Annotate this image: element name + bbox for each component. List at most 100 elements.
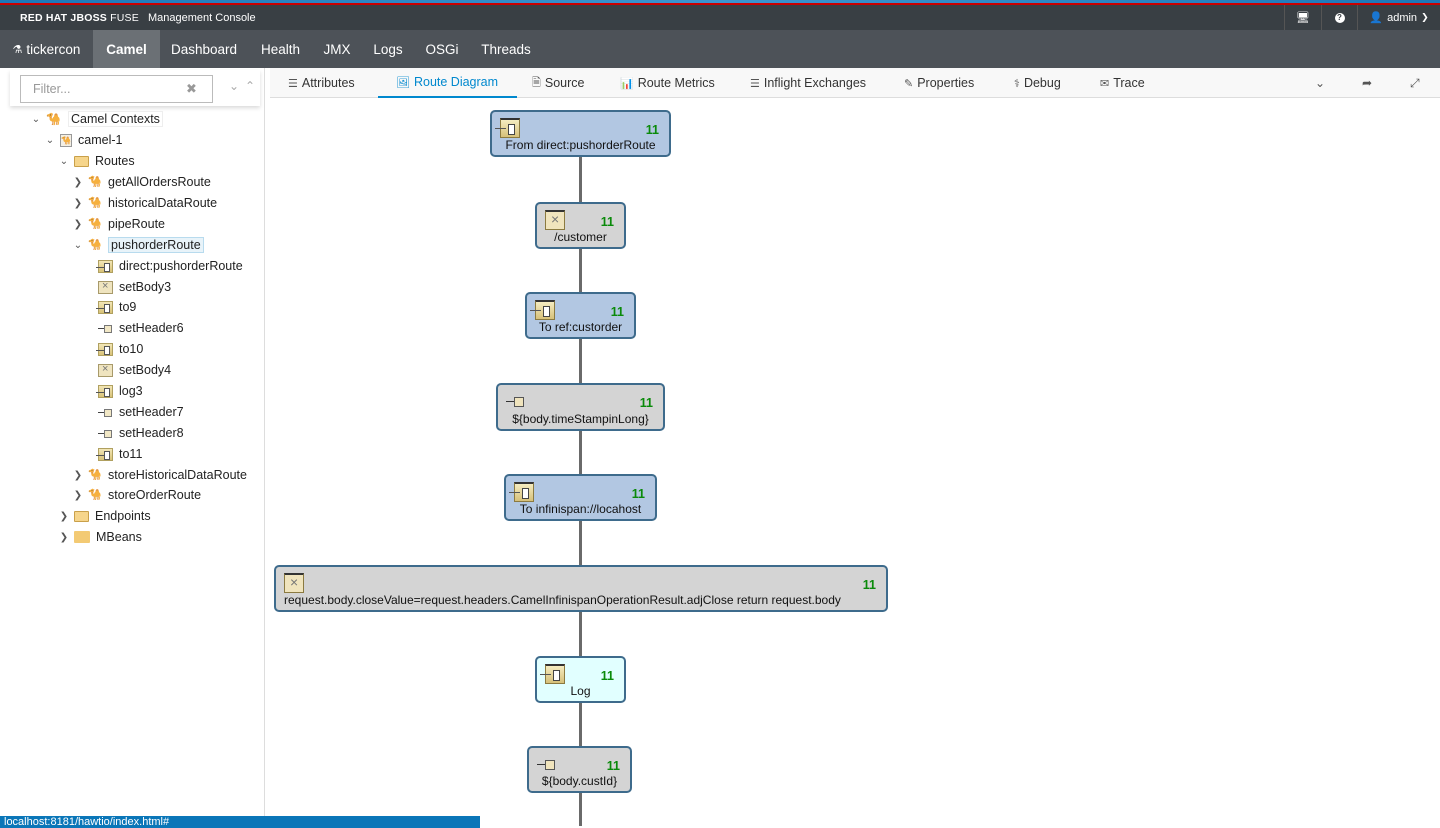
tree-item-setheader6[interactable]: setHeader6 — [94, 318, 184, 338]
filter-input[interactable] — [20, 75, 213, 103]
nav-item-jmx[interactable]: JMX — [313, 30, 361, 68]
node-count: 11 — [610, 305, 624, 319]
brand-logo: RED HAT JBOSS FUSE — [20, 12, 139, 24]
nav-item-osgi[interactable]: OSGi — [415, 30, 469, 68]
route-icon: 🐪 — [88, 175, 102, 188]
list-icon: ☰ — [750, 77, 760, 90]
route-node-from[interactable]: 11 From direct:pushorderRoute — [490, 110, 671, 157]
tree-item-label: to11 — [119, 447, 143, 461]
nav-item-health[interactable]: Health — [248, 30, 313, 68]
tree-item-mbeans[interactable]: ❯ MBeans — [58, 527, 142, 547]
chevron-down-icon[interactable]: ⌄ — [44, 135, 56, 146]
nav-item-dashboard[interactable]: Dashboard — [160, 30, 248, 68]
connector — [579, 338, 582, 384]
set-body-icon — [284, 573, 304, 593]
nav-container[interactable]: ⚗ tickercon — [0, 30, 93, 68]
tab-label: Attributes — [301, 76, 355, 90]
preferences-button[interactable]: 🖥 — [1284, 5, 1321, 30]
tree-item-label: Camel Contexts — [68, 111, 163, 127]
tree-item-log3[interactable]: log3 — [94, 381, 143, 401]
file-icon: 🗎 — [532, 76, 541, 89]
tree-item-camel-1[interactable]: ⌄ 🐪 camel-1 — [44, 130, 123, 150]
tree-item-to9[interactable]: to9 — [94, 297, 136, 317]
tree-item-label: storeHistoricalDataRoute — [108, 468, 247, 482]
endpoint-icon — [96, 259, 113, 273]
tree-item-routes[interactable]: ⌄ Routes — [58, 151, 135, 171]
tab-inflight-exchanges[interactable]: ☰ Inflight Exchanges — [750, 68, 866, 98]
tree-item-setbody4[interactable]: setBody4 — [94, 360, 171, 380]
tab-route-metrics[interactable]: 📊 Route Metrics — [620, 68, 715, 98]
chevron-right-icon[interactable]: ❯ — [58, 511, 70, 522]
tree-item-setheader8[interactable]: setHeader8 — [94, 423, 184, 443]
route-node-setheader[interactable]: 11 ${body.custId} — [527, 746, 632, 793]
tree-item-label: setHeader6 — [119, 321, 184, 335]
fullscreen-button[interactable]: ⤢ — [1410, 68, 1420, 98]
endpoint-icon — [96, 342, 113, 356]
chevron-down-icon[interactable]: ⌄ — [72, 240, 84, 251]
tree-item-direct-pushorderroute[interactable]: direct:pushorderRoute — [94, 256, 243, 276]
tree-item-label: Endpoints — [95, 509, 151, 523]
endpoint-icon — [96, 300, 113, 314]
route-node-setheader[interactable]: 11 ${body.timeStampinLong} — [496, 383, 665, 431]
expand-all-icon[interactable]: ⌄ — [229, 79, 239, 93]
main-nav: ⚗ tickercon Camel Dashboard Health JMX L… — [0, 30, 1440, 68]
node-label: request.body.closeValue=request.headers.… — [284, 593, 841, 607]
route-node-setbody[interactable]: 11 /customer — [535, 202, 626, 249]
tree-item-camel-contexts[interactable]: ⌄ 🐪 Camel Contexts — [30, 109, 163, 129]
tree-item-pushorderroute[interactable]: ⌄ 🐪 pushorderRoute — [72, 235, 204, 255]
chevron-right-icon[interactable]: ❯ — [58, 532, 70, 543]
tree-item-endpoints[interactable]: ❯ Endpoints — [58, 506, 151, 526]
tab-attributes[interactable]: ☰ Attributes — [288, 68, 355, 98]
chevron-right-icon[interactable]: ❯ — [72, 219, 84, 230]
set-header-icon — [98, 427, 113, 440]
folder-icon — [74, 531, 90, 543]
node-count: 11 — [631, 487, 645, 501]
tree-item-historicaldataroute[interactable]: ❯ 🐪 historicalDataRoute — [72, 193, 217, 213]
tree-item-setbody3[interactable]: setBody3 — [94, 277, 171, 297]
nav-item-logs[interactable]: Logs — [361, 30, 415, 68]
more-tabs-button[interactable]: ⌄ — [1315, 68, 1325, 98]
tab-trace[interactable]: ✉ Trace — [1100, 68, 1145, 98]
node-label: To ref:custorder — [538, 320, 623, 334]
nav-item-camel[interactable]: Camel — [93, 30, 160, 68]
route-icon: 🐪 — [88, 488, 102, 501]
chevron-down-icon[interactable]: ⌄ — [58, 156, 70, 167]
help-button[interactable]: ? — [1321, 5, 1357, 30]
nav-item-threads[interactable]: Threads — [469, 30, 543, 68]
tree-item-getallordersroute[interactable]: ❯ 🐪 getAllOrdersRoute — [72, 172, 211, 192]
user-menu[interactable]: 👤 admin ❯ — [1357, 5, 1440, 30]
route-node-to[interactable]: 11 To ref:custorder — [525, 292, 636, 339]
tree-item-storeorderroute[interactable]: ❯ 🐪 storeOrderRoute — [72, 485, 201, 505]
tree-item-to10[interactable]: to10 — [94, 339, 143, 359]
tree-item-label: setBody3 — [119, 280, 172, 294]
tab-route-diagram[interactable]: 🖼 Route Diagram — [378, 68, 518, 98]
connector — [579, 702, 582, 748]
brand-bar: RED HAT JBOSS FUSE Management Console 🖥 … — [0, 5, 1440, 30]
route-node-log[interactable]: 11 Log — [535, 656, 626, 703]
connector — [579, 792, 582, 826]
camel-icon: 🐪 — [46, 112, 61, 126]
chevron-right-icon[interactable]: ❯ — [72, 490, 84, 501]
monitor-icon: 🖥 — [1296, 12, 1310, 24]
tree-item-setheader7[interactable]: setHeader7 — [94, 402, 184, 422]
route-node-setbody[interactable]: 11 request.body.closeValue=request.heade… — [274, 565, 888, 612]
node-label: To infinispan://locahost — [519, 502, 642, 516]
share-button[interactable]: ➦ — [1362, 68, 1372, 98]
tree-item-piperoute[interactable]: ❯ 🐪 pipeRoute — [72, 214, 165, 234]
tree-item-label: storeOrderRoute — [108, 488, 202, 502]
envelope-icon: ✉ — [1100, 77, 1110, 90]
chevron-right-icon[interactable]: ❯ — [72, 470, 84, 481]
collapse-all-icon[interactable]: ⌃ — [245, 79, 255, 93]
tree-item-storehistoricaldataroute[interactable]: ❯ 🐪 storeHistoricalDataRoute — [72, 465, 247, 485]
chevron-right-icon[interactable]: ❯ — [72, 198, 84, 209]
chevron-right-icon[interactable]: ❯ — [72, 177, 84, 188]
tree-item-to11[interactable]: to11 — [94, 444, 142, 464]
tab-source[interactable]: 🗎 Source — [532, 68, 584, 98]
route-node-to[interactable]: 11 To infinispan://locahost — [504, 474, 657, 521]
tab-properties[interactable]: ✎ Properties — [904, 68, 974, 98]
tab-debug[interactable]: ⚕ Debug — [1014, 68, 1061, 98]
clear-filter-icon[interactable]: ✖ — [186, 81, 197, 97]
set-body-icon — [98, 363, 113, 377]
endpoint-icon — [495, 118, 520, 138]
chevron-down-icon[interactable]: ⌄ — [30, 114, 42, 125]
